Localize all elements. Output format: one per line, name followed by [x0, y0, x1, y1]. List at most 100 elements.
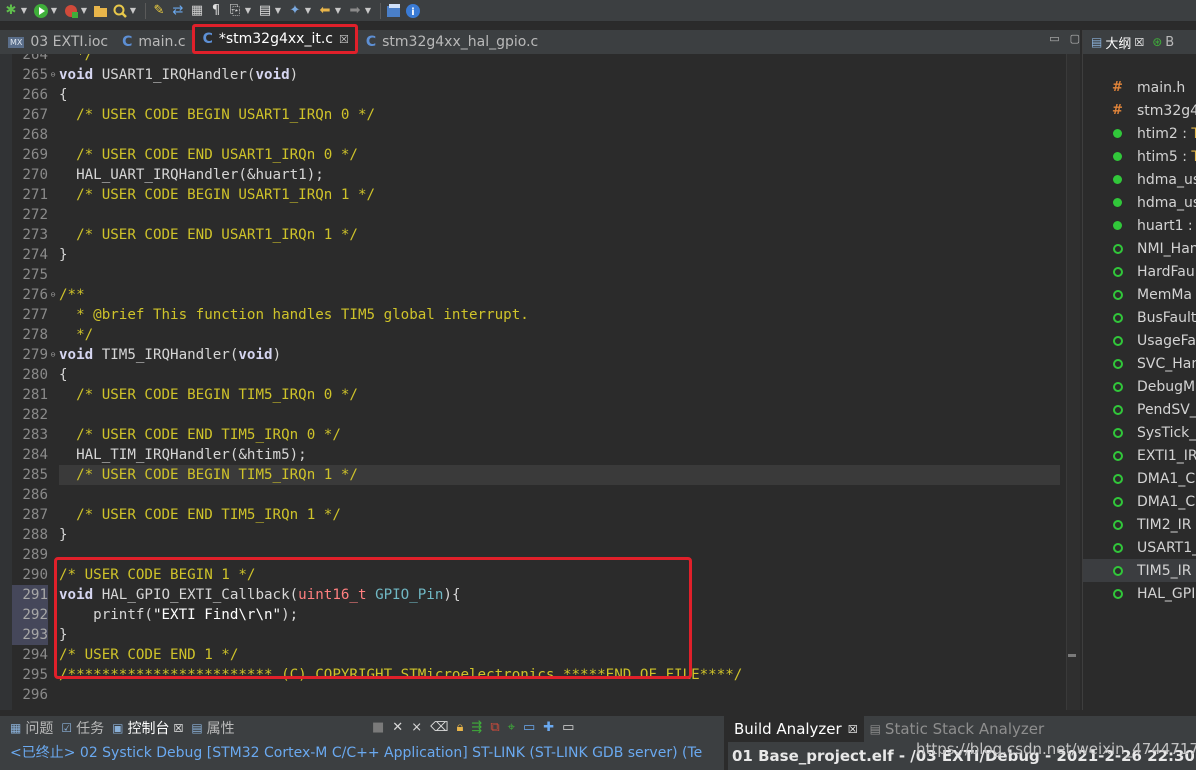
- tab-build-analyzer[interactable]: Build Analyzer ☒: [728, 716, 864, 742]
- pilcrow-button[interactable]: ¶: [207, 1, 225, 21]
- forward-button[interactable]: ➡ ▼: [346, 1, 375, 21]
- chevron-down-icon[interactable]: ▼: [364, 6, 372, 15]
- close-icon[interactable]: ☒: [848, 723, 858, 736]
- display-console-icon[interactable]: ▭: [523, 720, 535, 735]
- outline-item[interactable]: TIM5_IR: [1083, 559, 1196, 582]
- outline-item[interactable]: HardFau: [1083, 260, 1196, 283]
- code-line[interactable]: 285 /* USER CODE BEGIN TIM5_IRQn 1 */: [0, 465, 1066, 485]
- fold-toggle-icon[interactable]: ⊖: [48, 345, 58, 365]
- fold-toggle-icon[interactable]: ⊖: [48, 285, 58, 305]
- outline-item[interactable]: EXTI1_IR: [1083, 444, 1196, 467]
- outline-item[interactable]: DMA1_C: [1083, 490, 1196, 513]
- close-icon[interactable]: ☒: [1134, 36, 1144, 49]
- outline-item[interactable]: huart1 :: [1083, 214, 1196, 237]
- code-line[interactable]: 265 ⊖ void USART1_IRQHandler(void): [0, 65, 1066, 85]
- open-folder-button[interactable]: [92, 1, 110, 21]
- code-line[interactable]: 272: [0, 205, 1066, 225]
- outline-item[interactable]: SysTick_: [1083, 421, 1196, 444]
- outline-item[interactable]: # stm32g4: [1083, 99, 1196, 122]
- code-line[interactable]: 273 /* USER CODE END USART1_IRQn 1 */: [0, 225, 1066, 245]
- clear-console-icon[interactable]: ⌫: [430, 720, 448, 735]
- tab-static-stack-analyzer[interactable]: ▤ Static Stack Analyzer: [864, 720, 1051, 738]
- outline-item[interactable]: DMA1_C: [1083, 467, 1196, 490]
- code-line[interactable]: 294 /* USER CODE END 1 */: [0, 645, 1066, 665]
- outline-item[interactable]: HAL_GPI: [1083, 582, 1196, 605]
- code-line[interactable]: 292 printf("EXTI Find\r\n");: [0, 605, 1066, 625]
- outline-item[interactable]: PendSV_: [1083, 398, 1196, 421]
- debug-button[interactable]: ✱ ▼: [2, 1, 31, 21]
- code-line[interactable]: 271 /* USER CODE BEGIN USART1_IRQn 1 */: [0, 185, 1066, 205]
- close-icon[interactable]: ☒: [173, 722, 183, 735]
- show-console-icon[interactable]: ⧉: [490, 720, 499, 735]
- code-line[interactable]: 278 */: [0, 325, 1066, 345]
- minimize-icon[interactable]: ▭: [562, 720, 574, 735]
- outline-item[interactable]: BusFault: [1083, 306, 1196, 329]
- chevron-down-icon[interactable]: ▼: [274, 6, 282, 15]
- chevron-down-icon[interactable]: ▼: [80, 6, 88, 15]
- tab-stm32g4xx-it-c[interactable]: C *stm32g4xx_it.c ☒: [191, 24, 358, 54]
- tab-build-targets[interactable]: ⊛ B: [1148, 35, 1178, 50]
- code-line[interactable]: 266 {: [0, 85, 1066, 105]
- outline-item[interactable]: hdma_us: [1083, 191, 1196, 214]
- code-line[interactable]: 284 HAL_TIM_IRQHandler(&htim5);: [0, 445, 1066, 465]
- tab-exti-ioc[interactable]: MX 03 EXTI.ioc: [0, 30, 114, 54]
- run-button[interactable]: ▼: [32, 1, 61, 21]
- outline-item[interactable]: SVC_Han: [1083, 352, 1196, 375]
- tab-outline[interactable]: ▤ 大纲 ☒: [1087, 33, 1148, 52]
- code-line[interactable]: 276 ⊖/**: [0, 285, 1066, 305]
- code-line[interactable]: 268: [0, 125, 1066, 145]
- code-line[interactable]: 275: [0, 265, 1066, 285]
- wrap-button[interactable]: ⇄: [169, 1, 187, 21]
- outline-item[interactable]: htim2 : T: [1083, 122, 1196, 145]
- remove-all-icon[interactable]: ⨯: [411, 720, 422, 735]
- code-line[interactable]: 295 /************************ (C) COPYRIG…: [0, 665, 1066, 685]
- code-line[interactable]: 287 /* USER CODE END TIM5_IRQn 1 */: [0, 505, 1066, 525]
- code-line[interactable]: 279 ⊖ void TIM5_IRQHandler(void): [0, 345, 1066, 365]
- outline-item[interactable]: htim5 : T: [1083, 145, 1196, 168]
- chevron-down-icon[interactable]: ▼: [20, 6, 28, 15]
- scroll-lock-icon[interactable]: 🔒︎: [457, 720, 464, 735]
- outline-item[interactable]: UsageFa: [1083, 329, 1196, 352]
- code-line[interactable]: 264 */: [0, 54, 1066, 65]
- pen-button[interactable]: ✎: [150, 1, 168, 21]
- info-button[interactable]: i: [404, 1, 422, 21]
- next-annotation-button[interactable]: ✦ ▼: [286, 1, 315, 21]
- code-line[interactable]: 282: [0, 405, 1066, 425]
- code-line[interactable]: 286: [0, 485, 1066, 505]
- outline-item[interactable]: MemMa: [1083, 283, 1196, 306]
- code-line[interactable]: 267 /* USER CODE BEGIN USART1_IRQn 0 */: [0, 105, 1066, 125]
- word-wrap-icon[interactable]: ⇶: [471, 720, 482, 735]
- remove-launch-icon[interactable]: ✕: [392, 720, 403, 735]
- chevron-down-icon[interactable]: ▼: [334, 6, 342, 15]
- outline-item[interactable]: USART1_: [1083, 536, 1196, 559]
- code-line[interactable]: 288}: [0, 525, 1066, 545]
- tab-console[interactable]: ▣ 控制台 ☒: [112, 718, 183, 738]
- tab-properties[interactable]: ▤ 属性: [191, 718, 234, 738]
- outline-item[interactable]: hdma_us: [1083, 168, 1196, 191]
- stop-button[interactable]: ▼: [62, 1, 91, 21]
- perspective-button[interactable]: [385, 1, 403, 21]
- fold-toggle-icon[interactable]: ⊖: [48, 65, 58, 85]
- outline-item[interactable]: DebugM: [1083, 375, 1196, 398]
- block-select-button[interactable]: ▦: [188, 1, 206, 21]
- code-line[interactable]: 277 * @brief This function handles TIM5 …: [0, 305, 1066, 325]
- code-line[interactable]: 280 {: [0, 365, 1066, 385]
- outline-item[interactable]: NMI_Han: [1083, 237, 1196, 260]
- minimize-icon[interactable]: ▭: [1049, 32, 1059, 45]
- code-line[interactable]: 296: [0, 685, 1066, 705]
- tab-main-c[interactable]: C main.c: [114, 30, 191, 54]
- maximize-icon[interactable]: ▢: [1070, 32, 1080, 45]
- outline-item[interactable]: TIM2_IR: [1083, 513, 1196, 536]
- close-icon[interactable]: ☒: [339, 33, 349, 46]
- tab-problems[interactable]: ▦ 问题: [10, 718, 53, 738]
- chevron-down-icon[interactable]: ▼: [244, 6, 252, 15]
- code-line[interactable]: 289: [0, 545, 1066, 565]
- save-button[interactable]: ▤ ▼: [256, 1, 285, 21]
- chevron-down-icon[interactable]: ▼: [129, 6, 137, 15]
- editor-vertical-scrollbar[interactable]: [1066, 54, 1080, 710]
- terminate-icon[interactable]: ■: [372, 720, 384, 735]
- back-button[interactable]: ⬅ ▼: [316, 1, 345, 21]
- code-line[interactable]: 293}: [0, 625, 1066, 645]
- new-console-icon[interactable]: ✚: [543, 720, 554, 735]
- tab-tasks[interactable]: ☑ 任务: [61, 718, 104, 738]
